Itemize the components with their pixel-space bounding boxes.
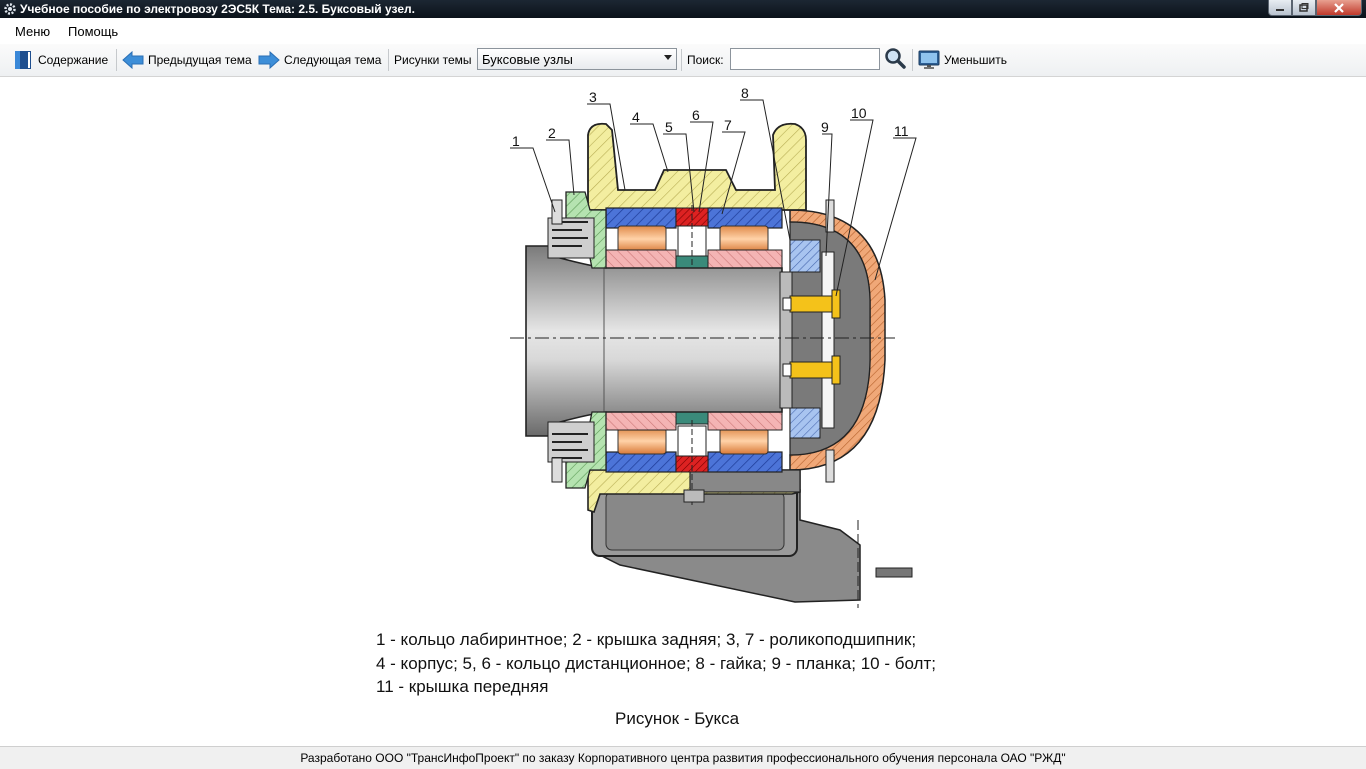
status-bar: Разработано ООО "ТрансИнфоПроект" по зак…	[0, 746, 1366, 769]
window-title: Учебное пособие по электровозу 2ЭС5К Тем…	[20, 2, 415, 16]
minimize-icon	[1276, 8, 1284, 11]
callout-2: 2	[548, 125, 556, 141]
roller-top-right	[719, 225, 769, 253]
search-label-text: Поиск:	[687, 53, 724, 67]
outer-ring-top-left	[605, 207, 677, 229]
bolt-top	[789, 295, 839, 313]
figure-title: Рисунок - Букса	[615, 709, 740, 728]
shrink-label: Уменьшить	[944, 53, 1007, 67]
figures-label: Рисунки темы	[394, 51, 472, 69]
next-topic-button[interactable]: Следующая тема	[258, 51, 381, 69]
inner-ring-top-right	[707, 249, 783, 269]
search-input[interactable]	[730, 48, 880, 70]
minimize-button[interactable]	[1268, 0, 1292, 16]
toolbar-separator	[388, 49, 389, 71]
prev-topic-label: Предыдущая тема	[148, 53, 252, 67]
restore-icon	[1299, 3, 1309, 12]
contents-button[interactable]: Содержание	[13, 51, 108, 69]
toolbar-separator	[681, 49, 682, 71]
callout-5: 5	[665, 119, 673, 135]
toolbar: Содержание Предыдущая тема Следующая тем…	[0, 44, 1366, 77]
maximize-button[interactable]	[1292, 0, 1316, 16]
title-bar: Учебное пособие по электровозу 2ЭС5К Тем…	[0, 0, 1366, 18]
status-text: Разработано ООО "ТрансИнфоПроект" по зак…	[300, 751, 1066, 765]
outer-ring-bot-right	[707, 451, 783, 473]
axle-box-diagram: 1 2 3 4 5 6 7 8 9 10 11	[510, 85, 917, 608]
arrow-right-icon	[258, 51, 280, 69]
inner-ring-bot-right	[707, 411, 783, 431]
contents-label: Содержание	[38, 53, 109, 67]
menu-item-menu[interactable]: Меню	[15, 24, 50, 39]
search-label: Поиск:	[687, 51, 724, 69]
monitor-icon	[918, 50, 940, 69]
nut-top	[789, 239, 821, 273]
callout-7: 7	[724, 117, 732, 133]
shrink-button[interactable]: Уменьшить	[918, 50, 1007, 69]
inner-ring-bot-left	[605, 411, 677, 431]
close-button[interactable]	[1316, 0, 1362, 16]
roller-bot-right	[719, 427, 769, 455]
rod	[875, 567, 913, 578]
toolbar-separator	[912, 49, 913, 71]
plate	[821, 251, 835, 429]
callout-10: 10	[851, 105, 867, 121]
legend-line: 1 - кольцо лабиринтное; 2 - крышка задня…	[376, 630, 917, 649]
inner-ring-top-left	[605, 249, 677, 269]
arrow-left-icon	[122, 51, 144, 69]
figure-legend: 1 - кольцо лабиринтное; 2 - крышка задня…	[376, 628, 936, 699]
toolbar-separator	[116, 49, 117, 71]
outer-ring-bot-left	[605, 451, 677, 473]
legend-line: 11 - крышка передняя	[376, 677, 549, 696]
menu-bar: Меню Помощь	[0, 19, 1366, 43]
callout-6: 6	[692, 107, 700, 123]
chevron-down-icon	[664, 55, 672, 60]
outer-ring-top-right	[707, 207, 783, 229]
window-controls	[1268, 0, 1362, 16]
figures-label-text: Рисунки темы	[394, 53, 472, 67]
callout-8: 8	[741, 85, 749, 101]
legend-line: 4 - корпус; 5, 6 - кольцо дистанционное;…	[376, 653, 936, 673]
bolt-bottom	[789, 361, 839, 379]
gear-icon	[4, 3, 16, 15]
roller-top-left	[617, 225, 667, 253]
callout-9: 9	[821, 119, 829, 135]
next-topic-label: Следующая тема	[284, 53, 382, 67]
figures-select-value: Буксовые узлы	[482, 52, 573, 67]
book-icon	[15, 51, 31, 69]
nut-bottom	[789, 407, 821, 439]
prev-topic-button[interactable]: Предыдущая тема	[122, 51, 252, 69]
magnifier-icon	[885, 48, 906, 69]
figures-select[interactable]: Буксовые узлы	[477, 48, 677, 70]
close-icon	[1334, 2, 1344, 13]
callout-3: 3	[589, 89, 597, 105]
callout-11: 11	[894, 123, 909, 139]
callout-4: 4	[632, 109, 640, 125]
search-button[interactable]	[884, 48, 910, 69]
roller-bot-left	[617, 427, 667, 455]
menu-item-help[interactable]: Помощь	[68, 24, 118, 39]
callout-1: 1	[512, 133, 520, 149]
axle	[525, 245, 783, 437]
